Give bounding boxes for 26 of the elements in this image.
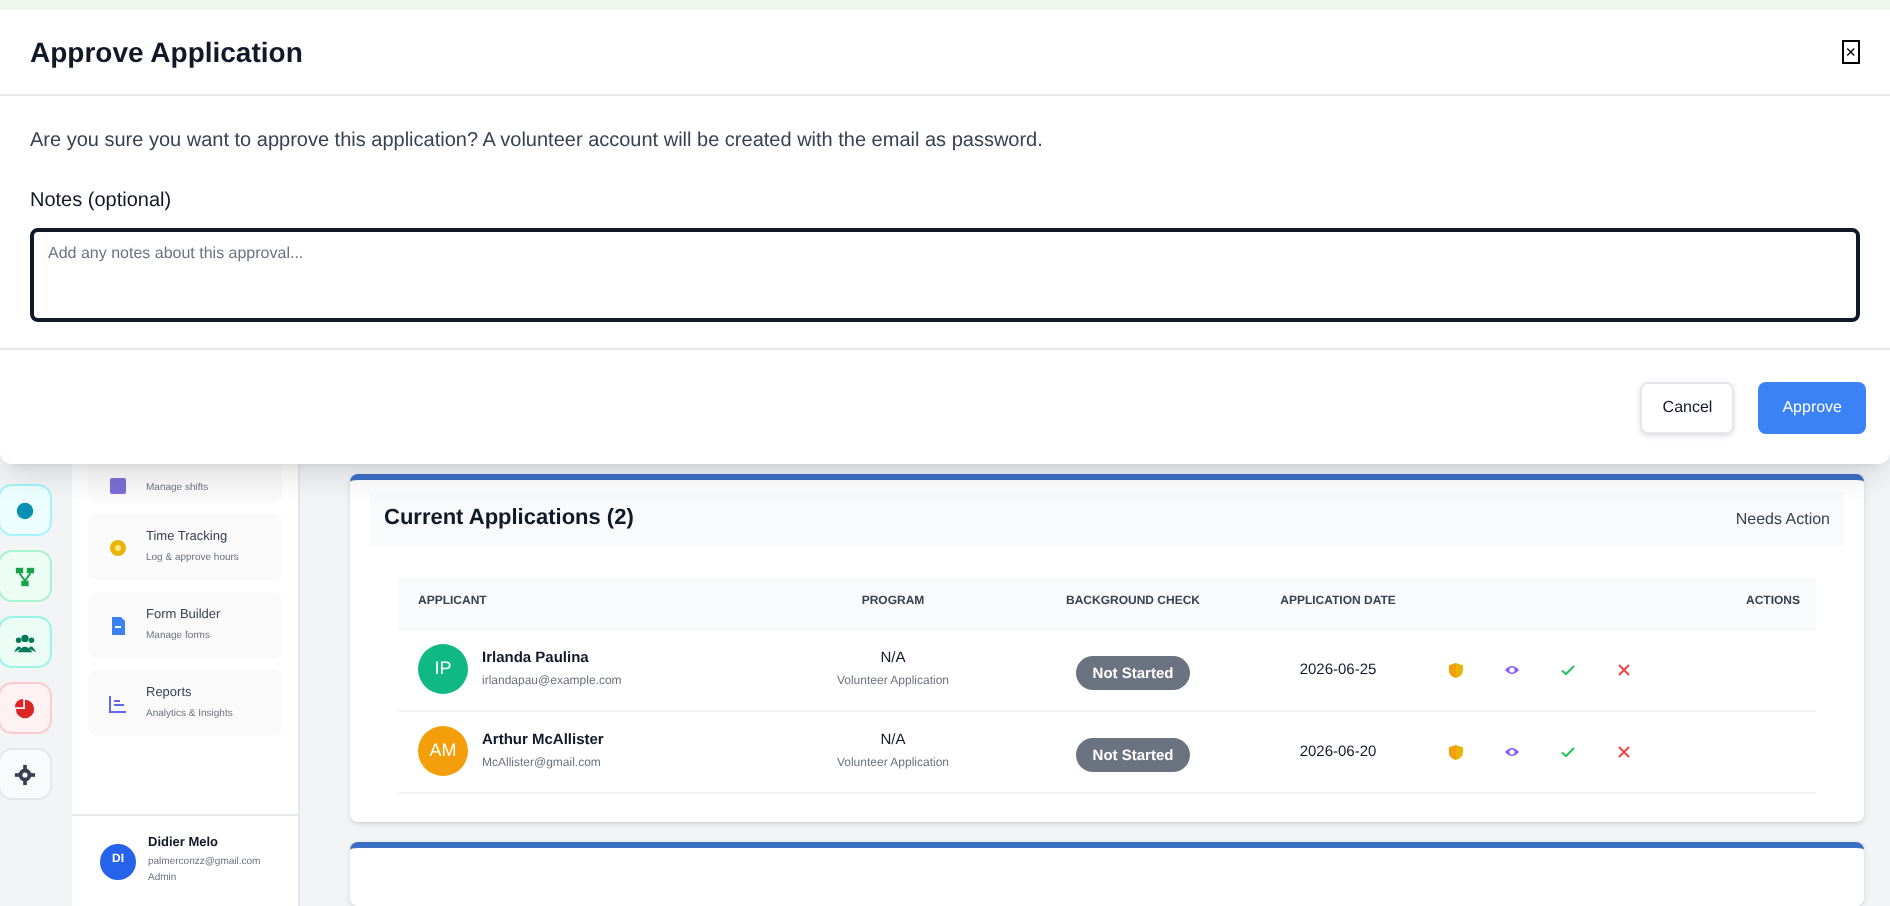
file-icon: [108, 615, 128, 635]
close-icon[interactable]: [1616, 743, 1632, 759]
status-label: Needs Action: [1735, 507, 1830, 531]
approve-button[interactable]: Approve: [1758, 381, 1866, 433]
shield-icon[interactable]: [1448, 743, 1464, 759]
close-button[interactable]: ×: [1841, 40, 1860, 64]
card-title: Current Applications (2): [384, 504, 634, 535]
rail-button[interactable]: [0, 682, 52, 734]
rail-button[interactable]: [0, 616, 52, 668]
rail-button[interactable]: [0, 748, 52, 800]
calendar-icon: [108, 476, 128, 496]
close-icon[interactable]: [1616, 661, 1632, 677]
notes-label: Notes (optional): [30, 188, 174, 216]
chart-icon: [108, 693, 128, 713]
check-icon[interactable]: [1560, 661, 1576, 677]
avatar: AM: [418, 726, 468, 776]
clock-icon: [108, 537, 128, 557]
shield-icon[interactable]: [1448, 661, 1464, 677]
avatar: IP: [418, 644, 468, 694]
cancel-button[interactable]: Cancel: [1640, 381, 1735, 433]
dialog-title: Approve Application: [30, 33, 303, 72]
eye-icon[interactable]: [1504, 743, 1520, 759]
notes-field[interactable]: Add any notes about this approval...: [30, 228, 1860, 322]
check-icon[interactable]: [1560, 743, 1576, 759]
eye-icon[interactable]: [1504, 661, 1520, 677]
confirmation-message: Are you sure you want to approve this application? A volunteer account will be created with the email as password.: [30, 128, 1045, 156]
